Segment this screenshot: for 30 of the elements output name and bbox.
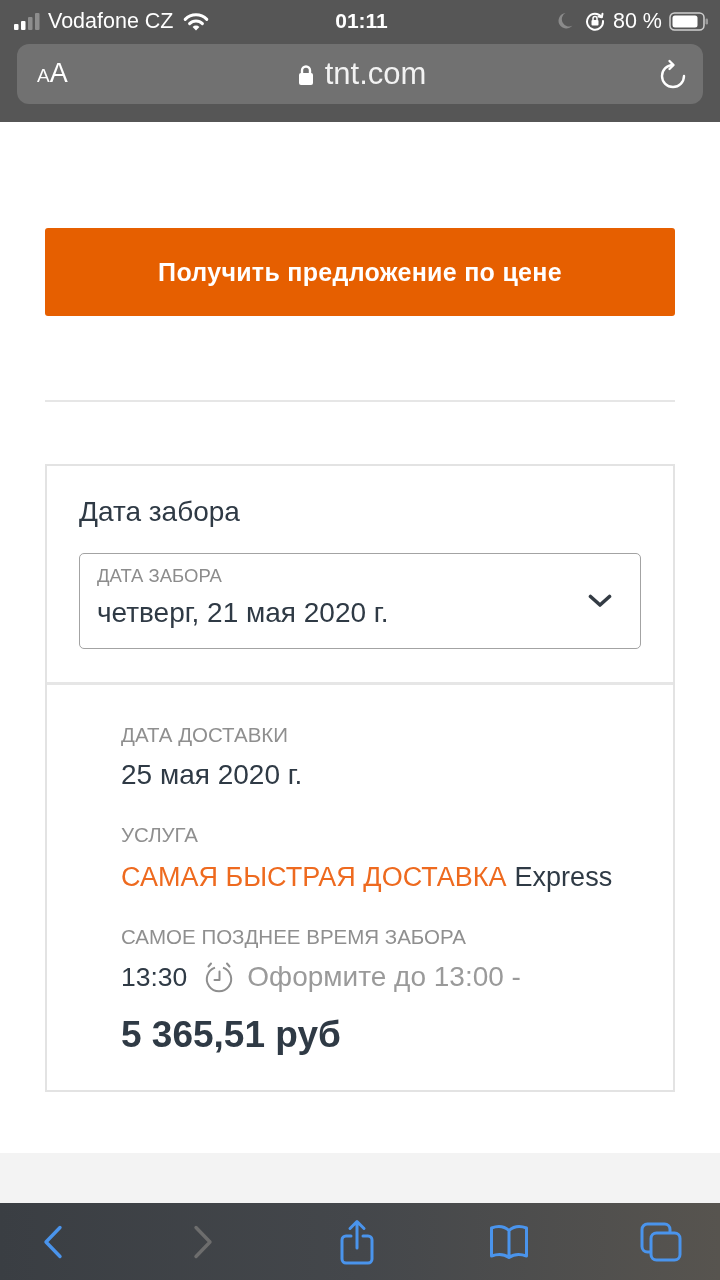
pickup-time: 13:30 xyxy=(121,961,188,993)
battery-icon xyxy=(669,11,709,31)
section-title: Дата забора xyxy=(79,496,241,528)
book-icon[interactable] xyxy=(489,1223,529,1260)
delivery-date: 25 мая 2020 г. xyxy=(121,759,304,791)
timer-icon xyxy=(204,961,235,993)
service-product: Express xyxy=(514,861,613,893)
lock-icon xyxy=(297,63,314,85)
tabs-icon[interactable] xyxy=(640,1221,682,1262)
order-deadline-note: Оформите до 13:00 - xyxy=(247,961,521,993)
text-size-button[interactable]: AA xyxy=(37,57,68,91)
rotation-lock-icon xyxy=(585,11,605,31)
service-name: САМАЯ БЫСТРАЯ ДОСТАВКА xyxy=(121,861,507,893)
url-text[interactable]: tnt.com xyxy=(324,56,427,92)
battery-percent: 80 % xyxy=(613,8,662,34)
share-icon[interactable] xyxy=(340,1218,374,1265)
price-text: 5 365,51 руб xyxy=(121,1013,342,1057)
wifi-icon xyxy=(182,11,209,31)
field-label: ДАТА ДОСТАВКИ xyxy=(121,723,289,747)
quote-button[interactable]: Получить предложение по цене xyxy=(45,228,675,316)
carrier-name: Vodafone CZ xyxy=(48,8,174,34)
signal-icon xyxy=(14,12,42,30)
status-time: 01:11 xyxy=(335,9,388,33)
chevron-down-icon xyxy=(588,594,612,608)
field-label: УСЛУГА xyxy=(121,823,200,847)
field-label: САМОЕ ПОЗДНЕЕ ВРЕМЯ ЗАБОРА xyxy=(121,925,467,949)
back-icon[interactable] xyxy=(43,1224,63,1259)
date-dropdown[interactable]: ДАТА ЗАБОРА четверг, 21 мая 2020 г. xyxy=(79,553,641,649)
reload-icon[interactable] xyxy=(659,58,687,90)
moon-icon xyxy=(558,12,574,30)
